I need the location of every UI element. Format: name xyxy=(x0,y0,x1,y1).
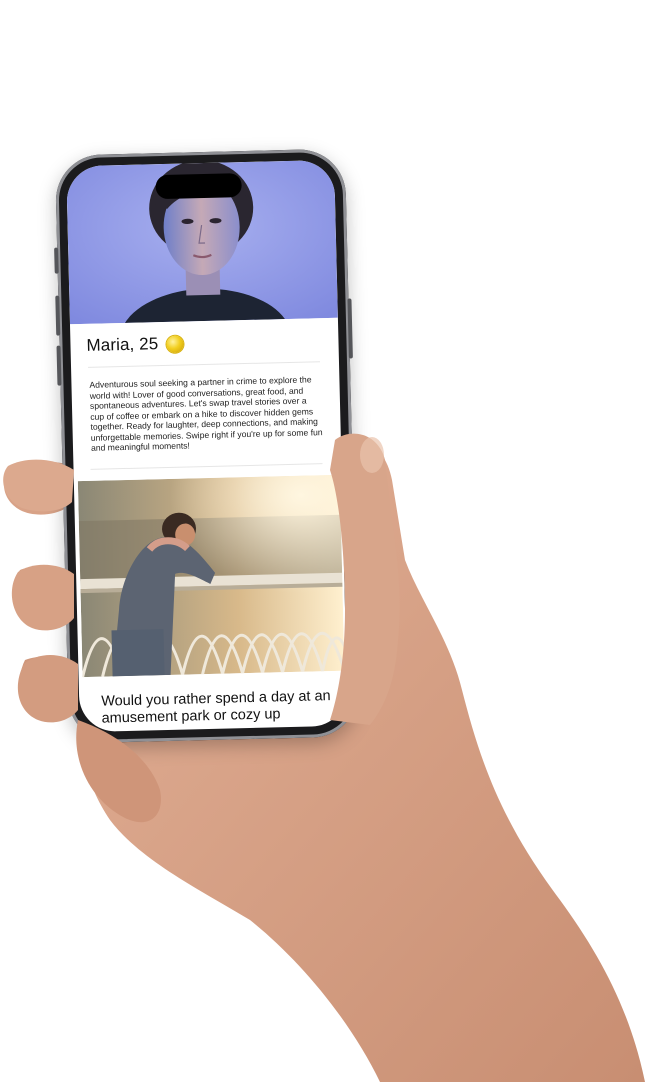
profile-name-age: Maria, 25 xyxy=(86,334,159,355)
phone-screen[interactable]: Maria, 25 Adventurous soul seeking a par… xyxy=(66,159,348,733)
volume-up-button xyxy=(55,295,61,336)
volume-down-button xyxy=(56,345,62,386)
gold-coin-icon xyxy=(166,335,184,353)
prompt-question: Would you rather spend a day at an amuse… xyxy=(101,688,331,727)
silent-switch xyxy=(54,247,59,274)
profile-photo-secondary[interactable] xyxy=(77,474,345,678)
smartphone: Maria, 25 Adventurous soul seeking a par… xyxy=(54,148,360,744)
divider xyxy=(88,361,320,368)
profile-header: Maria, 25 xyxy=(86,334,184,356)
dynamic-island xyxy=(155,173,242,200)
profile-bio: Adventurous soul seeking a partner in cr… xyxy=(89,374,323,453)
divider xyxy=(90,463,323,470)
